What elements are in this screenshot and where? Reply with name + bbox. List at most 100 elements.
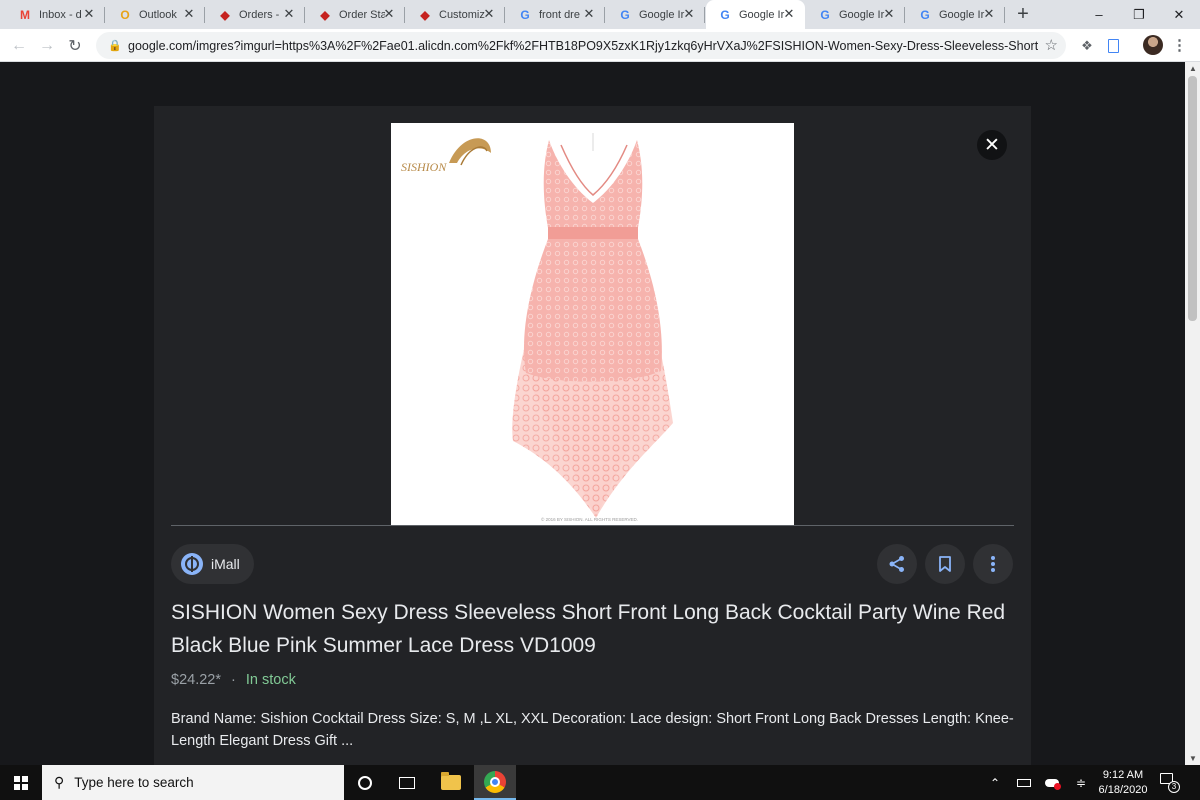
tab-label: Google Ir — [739, 8, 785, 21]
divider — [171, 525, 1014, 526]
outlook-icon: O — [120, 7, 130, 22]
more-options-button[interactable] — [973, 544, 1013, 584]
tab-label: Orders - — [239, 8, 280, 21]
page-content: SISHION © 2016 BY SISHION. ALL RIGHTS RE… — [0, 62, 1185, 765]
sishion-logo: SISHION — [401, 138, 491, 174]
save-button[interactable] — [925, 544, 965, 584]
folder-icon — [441, 772, 461, 790]
bookmark-icon — [939, 556, 951, 572]
tab-label: Google Ir — [639, 8, 685, 21]
notification-count: 3 — [1168, 781, 1180, 793]
google-icon: G — [620, 7, 630, 22]
tab-8[interactable]: G Google Ir ✕ — [706, 0, 805, 29]
product-image[interactable]: SISHION © 2016 BY SISHION. ALL RIGHTS RE… — [391, 123, 794, 526]
logo-text: SISHION — [401, 160, 447, 174]
tab-label: Google Ir — [839, 8, 885, 21]
windows-logo-icon — [14, 775, 28, 790]
tab-9[interactable]: G Google Ir ✕ — [806, 0, 905, 29]
docs-extension-icon[interactable] — [1103, 36, 1123, 56]
tray-chevron-icon[interactable]: ⌃ — [986, 765, 1004, 800]
profile-avatar[interactable] — [1143, 35, 1163, 55]
tab-close-icon[interactable]: ✕ — [981, 6, 997, 22]
search-placeholder: Type here to search — [74, 775, 194, 790]
bookmark-star-icon[interactable]: ☆ — [1045, 36, 1058, 54]
start-button[interactable] — [0, 765, 42, 800]
lock-icon: 🔒 — [108, 40, 122, 52]
tab-separator — [204, 7, 205, 23]
tab-separator — [104, 7, 105, 23]
action-center-button[interactable]: 3 — [1160, 773, 1180, 793]
scroll-down-icon[interactable]: ▼ — [1189, 754, 1197, 763]
window-close-button[interactable]: ✕ — [1156, 0, 1200, 29]
tab-label: Inbox - d — [39, 8, 82, 21]
search-icon: ⚲ — [54, 774, 65, 790]
tab-label: Google Ir — [939, 8, 985, 21]
browser-menu-icon[interactable]: ⋮ — [1172, 36, 1187, 54]
share-icon — [889, 556, 904, 572]
result-description: Brand Name: Sishion Cocktail Dress Size:… — [171, 711, 1014, 749]
source-name: iMall — [211, 556, 240, 572]
copyright-text: © 2016 BY SISHION. ALL RIGHTS RESERVED. — [541, 516, 638, 522]
tab-7[interactable]: G Google Ir ✕ — [606, 0, 705, 29]
battery-icon[interactable] — [1014, 765, 1034, 800]
tab-separator — [604, 7, 605, 23]
result-title[interactable]: SISHION Women Sexy Dress Sleeveless Shor… — [171, 596, 1014, 662]
tab-label: front dre — [539, 8, 580, 21]
tab-close-icon[interactable]: ✕ — [181, 6, 197, 22]
tab-close-icon[interactable]: ✕ — [381, 6, 397, 22]
tab-10[interactable]: G Google Ir ✕ — [906, 0, 1005, 29]
close-preview-button[interactable]: ✕ — [977, 130, 1007, 160]
separator: · — [231, 672, 236, 688]
tab-close-icon[interactable]: ✕ — [781, 6, 797, 22]
google-icon: G — [920, 7, 930, 22]
tab-close-icon[interactable]: ✕ — [581, 6, 597, 22]
order-doc-icon: ◆ — [220, 7, 230, 22]
tab-4[interactable]: ◆ Order Sta ✕ — [306, 0, 405, 29]
tab-label: Order Sta — [339, 8, 385, 21]
file-explorer-button[interactable] — [430, 765, 472, 800]
source-chip[interactable]: iMall — [171, 544, 254, 584]
address-bar[interactable]: 🔒 google.com/imgres?imgurl=https%3A%2F%2… — [96, 32, 1066, 59]
reload-button[interactable]: ↻ — [62, 33, 88, 59]
new-tab-button[interactable]: + — [1012, 3, 1034, 25]
tab-separator — [904, 7, 905, 23]
cortana-button[interactable] — [344, 765, 386, 800]
tab-1[interactable]: M Inbox - d ✕ — [6, 0, 105, 29]
tab-separator — [704, 7, 705, 23]
share-button[interactable] — [877, 544, 917, 584]
windows-taskbar: ⚲ Type here to search ⌃ ≑ 9:12 AM 6/18/2… — [0, 765, 1200, 800]
chrome-icon — [484, 770, 506, 793]
taskbar-search[interactable]: ⚲ Type here to search — [42, 765, 344, 800]
onedrive-error-icon[interactable] — [1042, 765, 1062, 800]
price: $24.22* — [171, 672, 221, 688]
tab-6[interactable]: Gfront dre ✕ — [506, 0, 605, 29]
tab-3[interactable]: ◆ Orders - ✕ — [206, 0, 305, 29]
google-icon: G — [520, 7, 530, 22]
chrome-taskbar-button[interactable] — [474, 765, 516, 800]
tab-separator — [304, 7, 305, 23]
tab-separator — [504, 7, 505, 23]
google-icon: G — [720, 7, 730, 22]
tab-close-icon[interactable]: ✕ — [881, 6, 897, 22]
tab-close-icon[interactable]: ✕ — [281, 6, 297, 22]
scrollbar[interactable]: ▲ ▼ — [1185, 62, 1200, 765]
url-text: google.com/imgres?imgurl=https%3A%2F%2Fa… — [128, 38, 1038, 53]
tab-close-icon[interactable]: ✕ — [681, 6, 697, 22]
google-icon: G — [820, 7, 830, 22]
task-view-button[interactable] — [386, 765, 428, 800]
cortana-icon — [358, 775, 372, 790]
tab-2[interactable]: O Outlook ✕ — [106, 0, 205, 29]
wifi-icon[interactable]: ≑ — [1071, 765, 1091, 800]
scrollbar-thumb[interactable] — [1188, 76, 1197, 321]
tab-close-icon[interactable]: ✕ — [81, 6, 97, 22]
back-button[interactable]: ← — [6, 33, 32, 59]
browser-toolbar: ← → ↻ 🔒 google.com/imgres?imgurl=https%3… — [0, 29, 1200, 62]
scroll-up-icon[interactable]: ▲ — [1189, 64, 1197, 73]
taskbar-clock[interactable]: 9:12 AM 6/18/2020 — [1097, 768, 1149, 798]
tab-5[interactable]: ◆ Customiz ✕ — [406, 0, 505, 29]
tab-close-icon[interactable]: ✕ — [481, 6, 497, 22]
image-preview-panel: SISHION © 2016 BY SISHION. ALL RIGHTS RE… — [154, 106, 1031, 765]
forward-button[interactable]: → — [34, 33, 60, 59]
dropbox-extension-icon[interactable]: ❖ — [1077, 36, 1097, 56]
stock-status: In stock — [245, 672, 296, 688]
